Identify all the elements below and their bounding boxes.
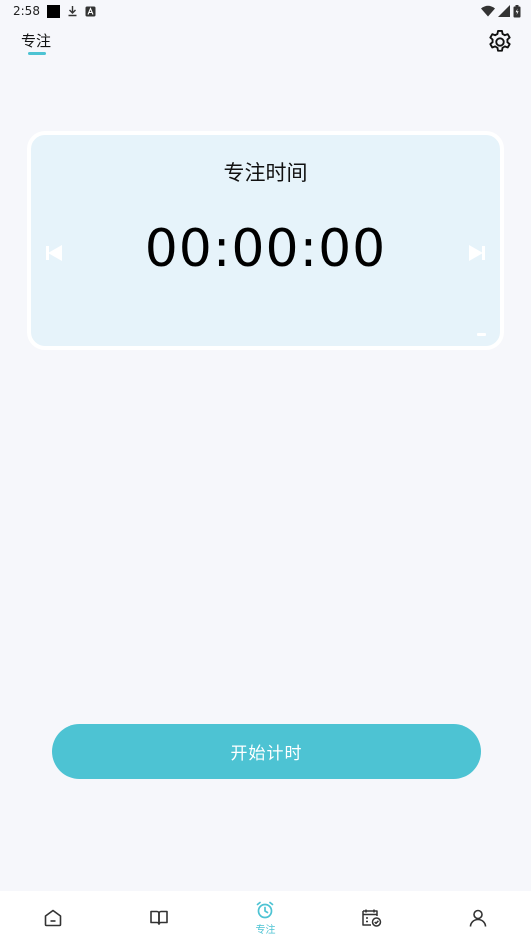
timer-card: 专注时间 00:00:00 <box>27 131 504 350</box>
gear-icon <box>489 29 511 52</box>
top-tab-bar: 专注 <box>0 22 531 62</box>
status-left: 2:58 <box>13 4 96 18</box>
nav-item-focus[interactable]: 专注 <box>225 891 305 944</box>
tab-focus[interactable]: 专注 <box>21 30 51 51</box>
download-icon <box>67 5 78 17</box>
previous-mode-button[interactable] <box>43 242 65 264</box>
signal-icon <box>498 5 510 17</box>
bottom-nav: 专注 <box>0 891 531 944</box>
settings-button[interactable] <box>486 28 514 56</box>
home-icon <box>44 909 62 926</box>
wifi-icon <box>481 5 495 17</box>
user-icon <box>469 909 487 927</box>
status-right <box>481 4 521 18</box>
alarm-clock-icon <box>257 901 274 918</box>
nav-item-calendar[interactable] <box>332 891 412 944</box>
notification-square-icon <box>46 4 60 18</box>
nav-item-book[interactable] <box>119 891 199 944</box>
nav-item-home[interactable] <box>13 891 93 944</box>
timer-display: 00:00:00 <box>144 219 387 279</box>
nav-label-focus: 专注 <box>255 924 276 936</box>
calendar-check-icon <box>361 909 381 927</box>
focus-screen: 2:58 专注 专注时间 00:00:00 开始计时 专注 <box>0 0 531 944</box>
timer-title: 专注时间 <box>223 161 308 185</box>
arrow-right-icon <box>469 245 485 261</box>
book-icon <box>150 910 169 925</box>
next-mode-button[interactable] <box>466 242 488 264</box>
a-box-icon <box>85 6 96 17</box>
status-bar: 2:58 <box>0 0 531 22</box>
nav-item-profile[interactable] <box>438 891 518 944</box>
arrow-left-icon <box>46 245 62 261</box>
card-corner-mark <box>477 333 486 336</box>
battery-icon <box>513 4 521 18</box>
status-time: 2:58 <box>13 4 40 18</box>
tab-indicator <box>28 52 46 55</box>
start-timer-button[interactable]: 开始计时 <box>52 724 481 779</box>
